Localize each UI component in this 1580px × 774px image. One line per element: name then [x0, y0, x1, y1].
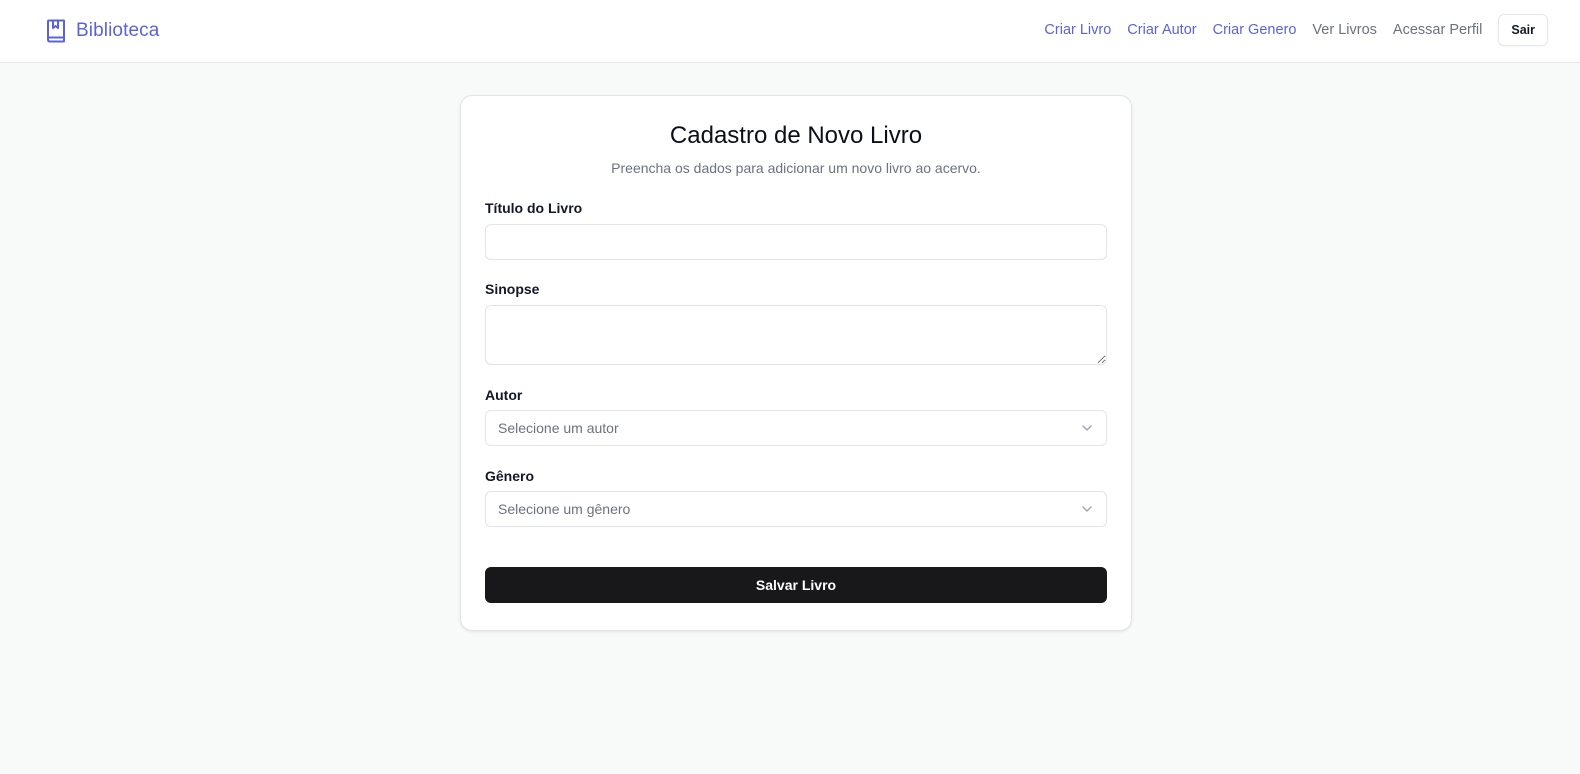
author-select-value: Selecione um autor: [498, 420, 619, 436]
brand-name: Biblioteca: [76, 20, 160, 41]
genre-label: Gênero: [485, 468, 535, 484]
book-title-input[interactable]: [485, 224, 1107, 260]
nav-link-criar-autor[interactable]: Criar Autor: [1127, 22, 1196, 38]
genre-select-value: Selecione um gênero: [498, 501, 631, 517]
nav-link-criar-genero[interactable]: Criar Genero: [1213, 22, 1297, 38]
logout-button[interactable]: Sair: [1498, 14, 1548, 46]
synopsis-label: Sinopse: [485, 281, 540, 297]
nav-link-acessar-perfil[interactable]: Acessar Perfil: [1393, 22, 1482, 38]
genre-select[interactable]: Selecione um gênero: [485, 491, 1107, 527]
author-select[interactable]: Selecione um autor: [485, 410, 1107, 446]
save-book-button[interactable]: Salvar Livro: [485, 567, 1107, 603]
book-bookmark-icon: [47, 19, 65, 43]
chevron-down-icon: [1082, 506, 1092, 512]
nav-link-ver-livros[interactable]: Ver Livros: [1312, 22, 1376, 38]
nav-link-criar-livro[interactable]: Criar Livro: [1044, 22, 1111, 38]
synopsis-textarea[interactable]: [485, 305, 1107, 365]
top-navbar: Biblioteca Criar Livro Criar Autor Criar…: [0, 0, 1580, 63]
page-title: Cadastro de Novo Livro: [669, 122, 923, 149]
new-book-form-card: Cadastro de Novo Livro Preencha os dados…: [460, 95, 1132, 631]
page-subtitle: Preencha os dados para adicionar um novo…: [611, 160, 981, 176]
brand-logo-link[interactable]: Biblioteca: [45, 17, 159, 45]
book-title-label: Título do Livro: [485, 200, 583, 216]
main-navigation: Criar Livro Criar Autor Criar Genero Ver…: [1044, 14, 1548, 46]
author-label: Autor: [485, 387, 523, 403]
chevron-down-icon: [1082, 425, 1092, 431]
